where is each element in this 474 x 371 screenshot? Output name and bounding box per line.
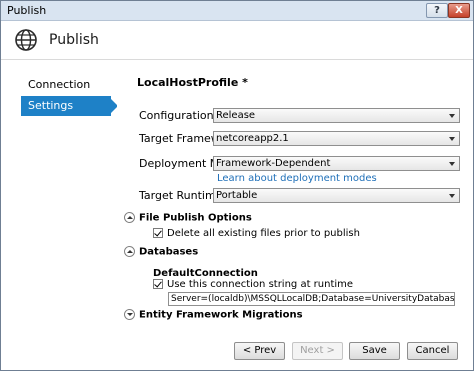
delete-existing-files-label: Delete all existing files prior to publi… xyxy=(167,228,360,239)
dropdown-arrow-icon xyxy=(449,137,455,141)
dialog-title: Publish xyxy=(49,32,99,48)
next-button[interactable]: Next > xyxy=(292,342,343,360)
window-title: Publish xyxy=(7,4,47,17)
file-publish-options-heading: File Publish Options xyxy=(139,212,252,224)
dropdown-arrow-icon xyxy=(449,114,455,118)
dropdown-arrow-icon xyxy=(449,194,455,198)
profile-name: LocalHostProfile * xyxy=(137,76,248,89)
delete-existing-files-checkbox[interactable] xyxy=(153,228,163,238)
connection-name: DefaultConnection xyxy=(153,268,258,279)
databases-toggle[interactable]: Databases xyxy=(124,246,198,258)
chevron-up-icon xyxy=(124,246,135,257)
globe-icon xyxy=(15,29,37,51)
target-runtime-select[interactable]: Portable xyxy=(213,188,460,203)
help-button[interactable]: ? xyxy=(426,3,448,18)
file-publish-options-toggle[interactable]: File Publish Options xyxy=(124,212,252,224)
deployment-mode-select[interactable]: Framework-Dependent xyxy=(213,156,460,171)
title-bar[interactable]: Publish ? X xyxy=(1,1,473,21)
target-framework-value: netcoreapp2.1 xyxy=(216,133,289,144)
use-connection-string-option[interactable]: Use this connection string at runtime xyxy=(153,279,353,290)
sidebar-item-connection[interactable]: Connection xyxy=(21,75,111,95)
sidebar: Connection Settings xyxy=(1,61,118,370)
configuration-value: Release xyxy=(216,110,256,121)
use-connection-string-checkbox[interactable] xyxy=(153,279,163,289)
target-framework-select[interactable]: netcoreapp2.1 xyxy=(213,131,460,146)
configuration-label: Configuration: xyxy=(139,109,218,122)
chevron-up-icon xyxy=(124,212,135,223)
ef-migrations-toggle[interactable]: Entity Framework Migrations xyxy=(124,309,303,321)
use-connection-string-label: Use this connection string at runtime xyxy=(167,279,354,290)
dropdown-arrow-icon xyxy=(449,162,455,166)
chevron-down-icon xyxy=(124,309,135,320)
databases-heading: Databases xyxy=(139,246,199,258)
cancel-button[interactable]: Cancel xyxy=(407,342,458,360)
save-button[interactable]: Save xyxy=(349,342,400,360)
delete-existing-files-option[interactable]: Delete all existing files prior to publi… xyxy=(153,228,360,239)
settings-panel: LocalHostProfile * Configuration: Releas… xyxy=(117,61,473,370)
dialog-header: Publish xyxy=(1,22,473,60)
sidebar-item-settings[interactable]: Settings xyxy=(21,96,118,116)
target-runtime-value: Portable xyxy=(216,190,258,201)
close-button[interactable]: X xyxy=(448,3,470,18)
configuration-select[interactable]: Release xyxy=(213,108,460,123)
deployment-modes-link[interactable]: Learn about deployment modes xyxy=(217,173,377,184)
prev-button[interactable]: < Prev xyxy=(234,342,285,360)
deployment-mode-value: Framework-Dependent xyxy=(216,158,331,169)
publish-dialog: Publish ? X Publish Connection Settings … xyxy=(0,0,474,371)
connection-string-input[interactable]: Server=(localdb)\MSSQLLocalDB;Database=U… xyxy=(168,292,455,306)
ef-migrations-heading: Entity Framework Migrations xyxy=(139,309,303,321)
